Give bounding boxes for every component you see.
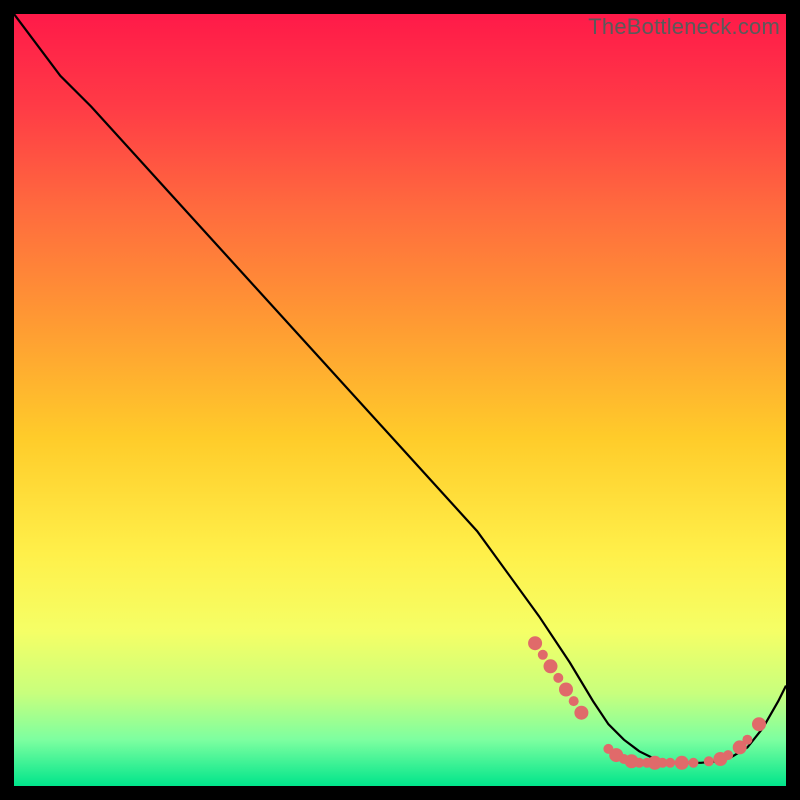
marker-point <box>569 696 579 706</box>
marker-point <box>553 673 563 683</box>
marker-point <box>574 706 588 720</box>
chart-background <box>14 14 786 786</box>
marker-point <box>742 735 752 745</box>
marker-point <box>688 758 698 768</box>
marker-point <box>704 756 714 766</box>
chart-frame: TheBottleneck.com <box>14 14 786 786</box>
marker-point <box>675 756 689 770</box>
marker-point <box>723 750 733 760</box>
marker-point <box>544 659 558 673</box>
marker-point <box>528 636 542 650</box>
marker-point <box>752 717 766 731</box>
marker-point <box>559 683 573 697</box>
chart-svg <box>14 14 786 786</box>
marker-point <box>538 650 548 660</box>
marker-point <box>665 758 675 768</box>
watermark-text: TheBottleneck.com <box>588 14 780 40</box>
